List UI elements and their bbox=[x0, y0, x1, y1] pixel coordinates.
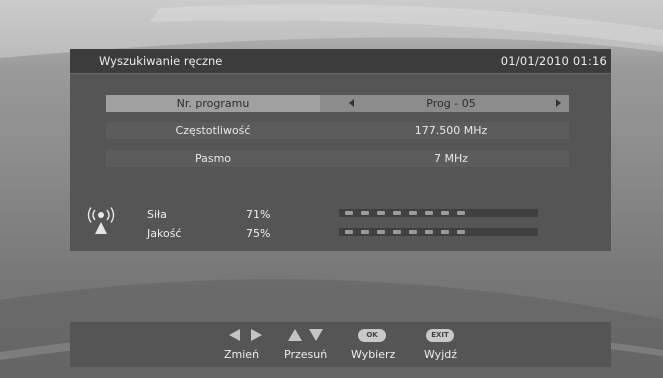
program-label: Nr. programu bbox=[176, 97, 250, 110]
page-title: Wyszukiwanie ręczne bbox=[99, 54, 223, 68]
bar-segment bbox=[393, 230, 401, 234]
strength-bar-fill bbox=[339, 209, 480, 217]
quality-percent: 75% bbox=[246, 227, 271, 240]
datetime: 01/01/2010 01:16 bbox=[500, 54, 607, 68]
strength-bar bbox=[339, 209, 538, 217]
hint-change: Zmień bbox=[224, 348, 260, 361]
strength-percent: 71% bbox=[246, 208, 271, 221]
antenna-signal-icon bbox=[87, 207, 115, 234]
hint-exit: Wyjdź bbox=[424, 348, 458, 361]
row-frequency[interactable]: Częstotliwość 177.500 MHz bbox=[106, 122, 569, 139]
bar-segment bbox=[393, 211, 401, 215]
bar-segment bbox=[409, 230, 417, 234]
hint-select: Wybierz bbox=[351, 348, 396, 361]
bar-segment bbox=[409, 211, 417, 215]
up-down-arrows-icon bbox=[288, 329, 323, 341]
bar-segment bbox=[345, 211, 353, 215]
bar-segment bbox=[377, 211, 385, 215]
row-program-number[interactable]: Nr. programu Prog - 05 bbox=[106, 95, 569, 112]
bar-segment bbox=[345, 230, 353, 234]
left-right-arrows-icon bbox=[229, 329, 262, 341]
frequency-value: 177.500 MHz bbox=[414, 124, 488, 137]
bar-segment bbox=[457, 211, 465, 215]
quality-bar-fill bbox=[339, 228, 488, 236]
bar-segment bbox=[425, 211, 433, 215]
band-value: 7 MHz bbox=[433, 152, 469, 165]
bar-segment bbox=[425, 230, 433, 234]
quality-label: Jakość bbox=[147, 227, 182, 240]
hint-move: Przesuń bbox=[284, 348, 328, 361]
arrow-right-icon[interactable] bbox=[556, 99, 561, 107]
frequency-label: Częstotliwość bbox=[175, 124, 251, 137]
ok-button[interactable]: OK bbox=[358, 329, 386, 342]
bar-segment bbox=[361, 211, 369, 215]
bar-segment bbox=[377, 230, 385, 234]
band-label: Pasmo bbox=[194, 152, 232, 165]
bar-segment bbox=[457, 230, 465, 234]
quality-bar bbox=[339, 228, 538, 236]
strength-label: Siła bbox=[147, 208, 167, 221]
screen: Wyszukiwanie ręczne 01/01/2010 01:16 Nr.… bbox=[0, 0, 663, 378]
program-value: Prog - 05 bbox=[426, 97, 476, 110]
header-bar: Wyszukiwanie ręczne 01/01/2010 01:16 bbox=[70, 49, 611, 74]
row-band[interactable]: Pasmo 7 MHz bbox=[106, 150, 569, 167]
bar-segment bbox=[441, 230, 449, 234]
exit-button[interactable]: EXIT bbox=[426, 329, 454, 342]
footer-bar bbox=[70, 322, 611, 367]
bar-segment bbox=[441, 211, 449, 215]
bar-segment bbox=[361, 230, 369, 234]
